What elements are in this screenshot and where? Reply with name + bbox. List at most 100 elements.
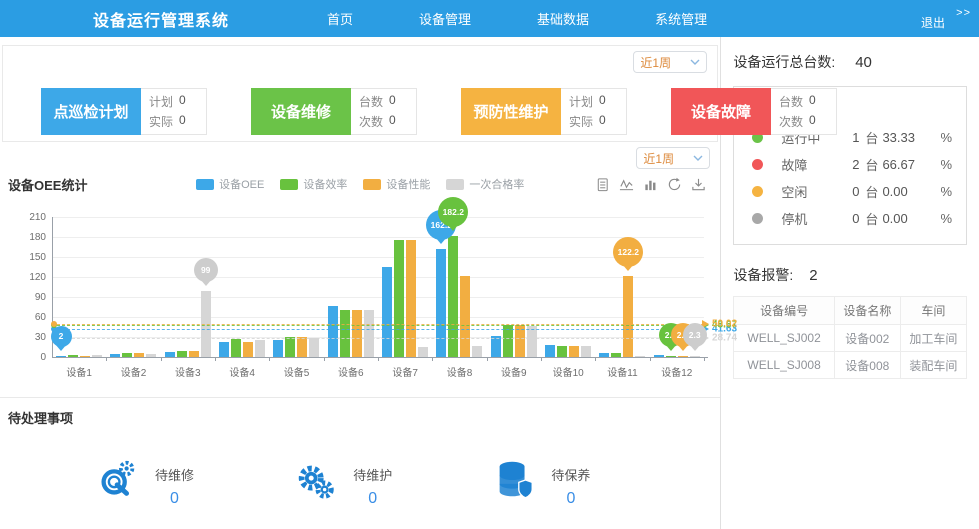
- status-name: 故障: [781, 155, 843, 174]
- x-axis-tick: [541, 357, 542, 361]
- data-view-icon[interactable]: [595, 177, 610, 192]
- table-cell: 装配车间: [900, 352, 966, 379]
- chart-bar: [611, 353, 621, 357]
- chart-bar: [219, 342, 229, 357]
- nav-item-1[interactable]: 首页: [327, 9, 353, 28]
- legend-label: 设备效率: [303, 176, 347, 192]
- status-count: 0: [843, 211, 859, 226]
- chart-bar: [297, 337, 307, 357]
- x-axis-tick: [106, 357, 107, 361]
- nav-item-4[interactable]: 系统管理: [655, 9, 707, 28]
- summary-card-2[interactable]: 设备维修台数0次数0: [251, 88, 417, 135]
- chart-range-select[interactable]: 近1周: [636, 147, 710, 169]
- todo-value: 0: [566, 490, 575, 508]
- legend-swatch-icon: [280, 179, 298, 190]
- y-tick-label: 180: [10, 232, 46, 243]
- summary-card-4[interactable]: 设备故障台数0次数0: [671, 88, 837, 135]
- top-nav: 首页 设备管理 基础数据 系统管理: [327, 9, 707, 28]
- chart-bar: [491, 336, 501, 357]
- chart-bar: [557, 346, 567, 357]
- chart-bar: [177, 351, 187, 357]
- maintain-icon: [293, 457, 339, 508]
- y-tick-label: 120: [10, 272, 46, 283]
- summary-card-1[interactable]: 点巡检计划计划0实际0: [41, 88, 207, 135]
- chart-bar: [635, 356, 645, 358]
- chart-bar: [231, 339, 241, 357]
- card-stat-row: 台数0: [359, 93, 416, 110]
- line-chart-icon[interactable]: [619, 177, 634, 192]
- todo-label: 待维修: [155, 465, 194, 484]
- legend-item[interactable]: 一次合格率: [446, 176, 524, 192]
- todo-title: 待处理事项: [0, 398, 720, 427]
- card-stat-row: 次数 0: [779, 113, 836, 130]
- chart-bar: [243, 342, 253, 357]
- chart-bar: [460, 276, 470, 357]
- chart-gridline: [52, 297, 704, 298]
- chart-gridline: [52, 217, 704, 218]
- x-axis-line: [52, 357, 708, 358]
- chevron-down-icon: [690, 59, 700, 65]
- todo-item-2[interactable]: 待维护0: [293, 457, 392, 508]
- x-category-label: 设备9: [487, 364, 541, 379]
- app-title: 设备运行管理系统: [93, 7, 229, 31]
- todo-items: 待维修0待维护0待保养0: [0, 427, 720, 508]
- status-pct: 33.33: [882, 130, 928, 145]
- card-stat-label: 台数: [359, 93, 383, 110]
- dashboard-left-pane: 近1周 点巡检计划计划0实际0设备维修台数0次数0预防性维护计划0实际0设备故障…: [0, 37, 721, 529]
- status-count: 2: [843, 157, 859, 172]
- x-axis-tick: [215, 357, 216, 361]
- card-stat-value: 0: [389, 113, 396, 130]
- markpoint-balloon: 2.3: [683, 323, 707, 347]
- legend-item[interactable]: 设备效率: [280, 176, 347, 192]
- status-unit: 台: [865, 209, 878, 228]
- chart-bar: [569, 346, 579, 357]
- chart-gridline: [52, 277, 704, 278]
- status-pct-unit: %: [940, 157, 952, 172]
- average-markline: [52, 325, 704, 326]
- alarm-count: 2: [809, 267, 817, 284]
- chevron-down-icon: [693, 155, 703, 161]
- expand-menu-button[interactable]: >>: [956, 7, 971, 19]
- status-count: 1: [843, 130, 859, 145]
- save-image-icon[interactable]: [691, 177, 706, 192]
- cards-range-select[interactable]: 近1周: [633, 51, 707, 73]
- x-axis-tick: [595, 357, 596, 361]
- alarm-table: 设备编号设备名称车间 WELL_SJ002设备002加工车间WELL_SJ008…: [733, 296, 967, 379]
- device-total-label: 设备运行总台数:: [733, 54, 835, 70]
- x-category-label: 设备2: [106, 364, 160, 379]
- status-pct-unit: %: [940, 211, 952, 226]
- chart-range-value: 近1周: [643, 150, 674, 167]
- markpoint-balloon: 122.2: [613, 237, 643, 267]
- upkeep-icon: [491, 457, 537, 508]
- x-axis-tick: [161, 357, 162, 361]
- table-row[interactable]: WELL_SJ002设备002加工车间: [734, 325, 967, 352]
- markpoint-balloon: 182.2: [438, 197, 468, 227]
- summary-card-3[interactable]: 预防性维护计划0实际0: [461, 88, 627, 135]
- nav-item-3[interactable]: 基础数据: [537, 9, 589, 28]
- card-stat-row: 台数0: [779, 93, 836, 110]
- card-stat-label: 次数: [359, 113, 383, 130]
- table-row[interactable]: WELL_SJ008设备008装配车间: [734, 352, 967, 379]
- todo-item-3[interactable]: 待保养0: [491, 457, 590, 508]
- logout-button[interactable]: 退出: [921, 14, 945, 31]
- chart-bar: [599, 353, 609, 357]
- nav-item-2[interactable]: 设备管理: [419, 9, 471, 28]
- status-pct-unit: %: [940, 130, 952, 145]
- todo-item-1[interactable]: 待维修0: [95, 457, 194, 508]
- restore-icon[interactable]: [667, 177, 682, 192]
- bar-chart-icon[interactable]: [643, 177, 658, 192]
- card-stat-value: 0: [809, 113, 816, 130]
- chart-bar: [527, 326, 537, 357]
- chart-bar: [472, 346, 482, 357]
- markpoint-balloon: 2: [51, 326, 72, 347]
- chart-bar: [122, 353, 132, 357]
- card-stat-label: 次数: [779, 113, 803, 130]
- markpoint-balloon: 99: [194, 258, 218, 282]
- legend-item[interactable]: 设备性能: [363, 176, 430, 192]
- alarm-title-row: 设备报警: 2: [733, 265, 967, 285]
- chart-toolbox: [595, 177, 706, 192]
- legend-item[interactable]: 设备OEE: [196, 176, 264, 192]
- status-dot-icon: [752, 213, 763, 224]
- chart-bar: [394, 240, 404, 357]
- y-tick-label: 210: [10, 212, 46, 223]
